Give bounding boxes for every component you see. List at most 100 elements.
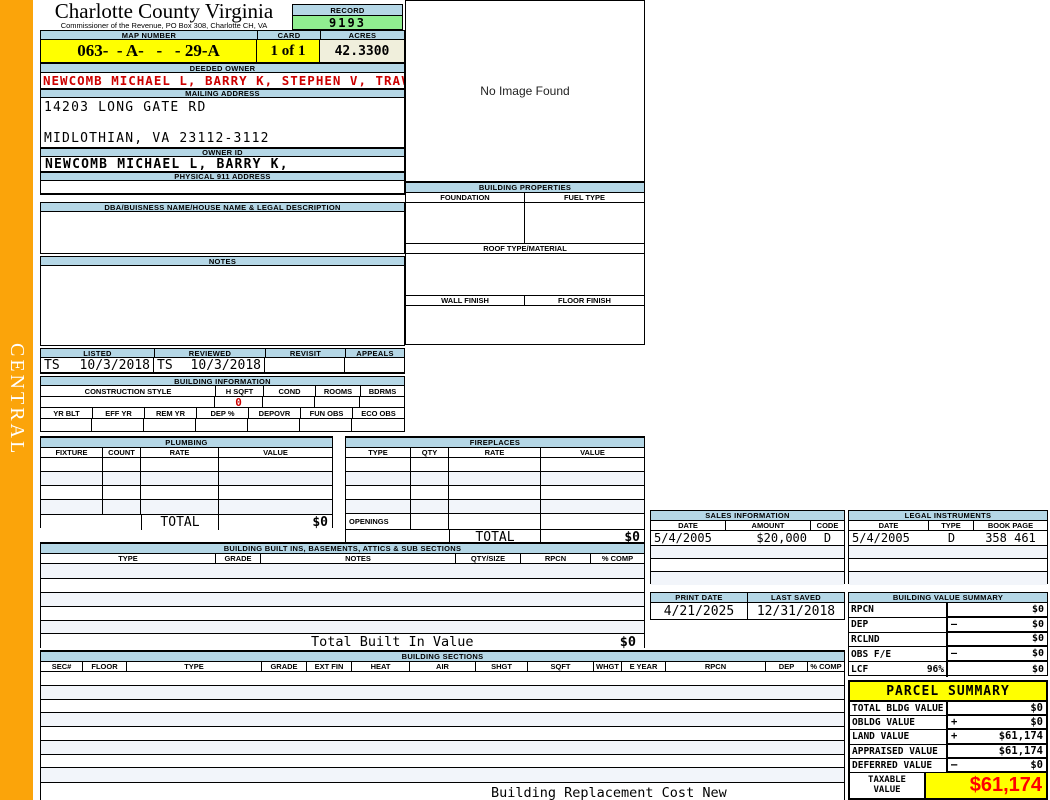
depovr-label: DEPOVR [249,408,301,418]
ps-row-land: LAND VALUE +$61,174 [850,730,1046,744]
review-header-row: LISTED REVIEWED REVISIT APPEALS [40,348,405,358]
ps-row-taxable: TAXABLE VALUE $61,174 [850,773,1046,798]
bvs-obsfe-sign: – [951,648,957,659]
sales-table: SALES INFORMATION DATE AMOUNT CODE 5/4/2… [650,510,845,584]
map-header-row: MAP NUMBER CARD ACRES [40,30,405,40]
hsqft-label: H SQFT [216,386,264,396]
built-ins-row [41,564,644,578]
built-ins-row [41,592,644,606]
building-sections-row [41,741,844,755]
fireplaces-row [346,500,644,514]
ps-land-value: $61,174 [999,730,1043,742]
effyr-label: EFF YR [93,408,145,418]
rate-label: RATE [141,448,219,457]
bi-qtysize-label: QTY/SIZE [456,554,521,563]
sales-data-row: 5/4/2005 $20,000 D [651,531,844,546]
district-sidebar: CENTRAL [0,0,33,800]
built-ins-row [41,578,644,592]
fp-type-label: TYPE [346,448,411,457]
owner-id-label: OWNER ID [40,148,405,157]
ps-obldg-value: $0 [1030,716,1043,728]
fp-qty-label: QTY [411,448,449,457]
yrblt-label: YR BLT [41,408,93,418]
sales-date-label: DATE [651,521,726,530]
roof-header: ROOF TYPE/MATERIAL [406,244,644,254]
print-date-value: 4/21/2025 [651,603,748,619]
whgt-label: WHGT [594,662,622,671]
sales-empty-row [651,572,844,585]
building-sections-headers: SEC# FLOOR TYPE GRADE EXT FIN HEAT AIR S… [41,662,844,672]
rooms-label: ROOMS [316,386,361,396]
plumbing-title: PLUMBING [41,438,332,448]
ps-appraised-value: $61,174 [999,745,1043,757]
funobs-value [300,419,352,431]
foundation-value [406,203,525,243]
bi-type-label: TYPE [41,554,216,563]
dates-block: PRINT DATE LAST SAVED 4/21/2025 12/31/20… [650,592,845,620]
extfin-label: EXT FIN [307,662,352,671]
building-properties-headers2: WALL FINISH FLOOR FINISH [406,296,644,306]
floor-label: FLOOR [83,662,127,671]
depovr-value [248,419,300,431]
building-sections-row [41,768,844,782]
reviewed-label: REVIEWED [154,348,265,358]
building-properties-title: BUILDING PROPERTIES [406,183,644,193]
fireplaces-table: FIREPLACES TYPE QTY RATE VALUE OPENINGS … [345,436,645,543]
bvs-obsfe-value: $0 [1032,648,1044,659]
building-sections-row [41,686,844,700]
sales-empty-row [651,559,844,572]
built-ins-table: BUILDING BUILT INS, BASEMENTS, ATTICS & … [40,542,645,648]
listed-value: TS 10/3/2018 [41,358,154,372]
cond-value [263,397,315,407]
construction-style-value [41,397,215,407]
plumbing-row [41,500,332,514]
property-image-panel: No Image Found [405,0,645,182]
bvs-dep-label: DEP [851,619,868,630]
sales-title: SALES INFORMATION [651,511,844,521]
building-sections-table: BUILDING SECTIONS SEC# FLOOR TYPE GRADE … [40,650,845,800]
bvs-row-lcf: LCF 96% $0 [849,662,1047,677]
bi-pctcomp-label: % COMP [591,554,644,563]
bvs-row-rclnd: RCLND $0 [849,633,1047,648]
bvs-dep-value: $0 [1032,619,1044,630]
building-info-headers1: CONSTRUCTION STYLE H SQFT COND ROOMS BDR… [40,386,405,397]
deeded-owner-value: NEWCOMB MICHAEL L, BARRY K, STEPHEN V, T… [40,73,405,89]
ps-deferred-value: $0 [1030,759,1043,771]
fireplaces-row [346,486,644,500]
legal-table: LEGAL INSTRUMENTS DATE TYPE BOOK PAGE 5/… [848,510,1048,584]
construction-style-label: CONSTRUCTION STYLE [41,386,216,396]
last-saved-label: LAST SAVED [748,593,844,602]
bvs-row-obsfe: OBS F/E –$0 [849,647,1047,662]
building-properties-headers1: FOUNDATION FUEL TYPE [406,193,644,203]
funobs-label: FUN OBS [301,408,353,418]
fireplaces-openings-row: OPENINGS [346,514,644,530]
fireplaces-row [346,458,644,472]
plumbing-total-value: $0 [219,515,332,530]
dba-box [40,212,405,254]
legal-date: 5/4/2005 [849,531,929,545]
legal-empty-row [849,559,1047,572]
bvs-lcf-value: $0 [1032,664,1044,675]
building-value-summary: BUILDING VALUE SUMMARY RPCN $0 DEP –$0 R… [848,592,1048,676]
deeded-owner-label: DEEDED OWNER [40,63,405,73]
parcel-summary-title: PARCEL SUMMARY [850,682,1046,702]
sales-headers: DATE AMOUNT CODE [651,521,844,531]
bvs-lcf-label: LCF [851,664,868,675]
building-properties-table: BUILDING PROPERTIES FOUNDATION FUEL TYPE… [405,182,645,345]
sales-amount-label: AMOUNT [726,521,811,530]
ps-obldg-label: OBLDG VALUE [852,717,915,728]
value-label: VALUE [219,448,332,457]
reviewed-date: 10/3/2018 [191,358,261,373]
ps-land-label: LAND VALUE [852,731,909,742]
revisit-label: REVISIT [265,348,345,358]
commissioner-line: Commissioner of the Revenue, PO Box 308,… [36,22,292,30]
wallfinish-label: WALL FINISH [406,296,525,305]
ps-obldg-sign: + [951,716,957,728]
bvs-title: BUILDING VALUE SUMMARY [849,593,1047,603]
grade-label: GRADE [262,662,307,671]
building-sections-row [41,672,844,686]
floorfinish-label: FLOOR FINISH [525,296,644,305]
record-value: 9193 [292,16,403,30]
acres-value: 42.3300 [320,40,404,62]
ps-row-totalbldg: TOTAL BLDG VALUE $0 [850,702,1046,716]
